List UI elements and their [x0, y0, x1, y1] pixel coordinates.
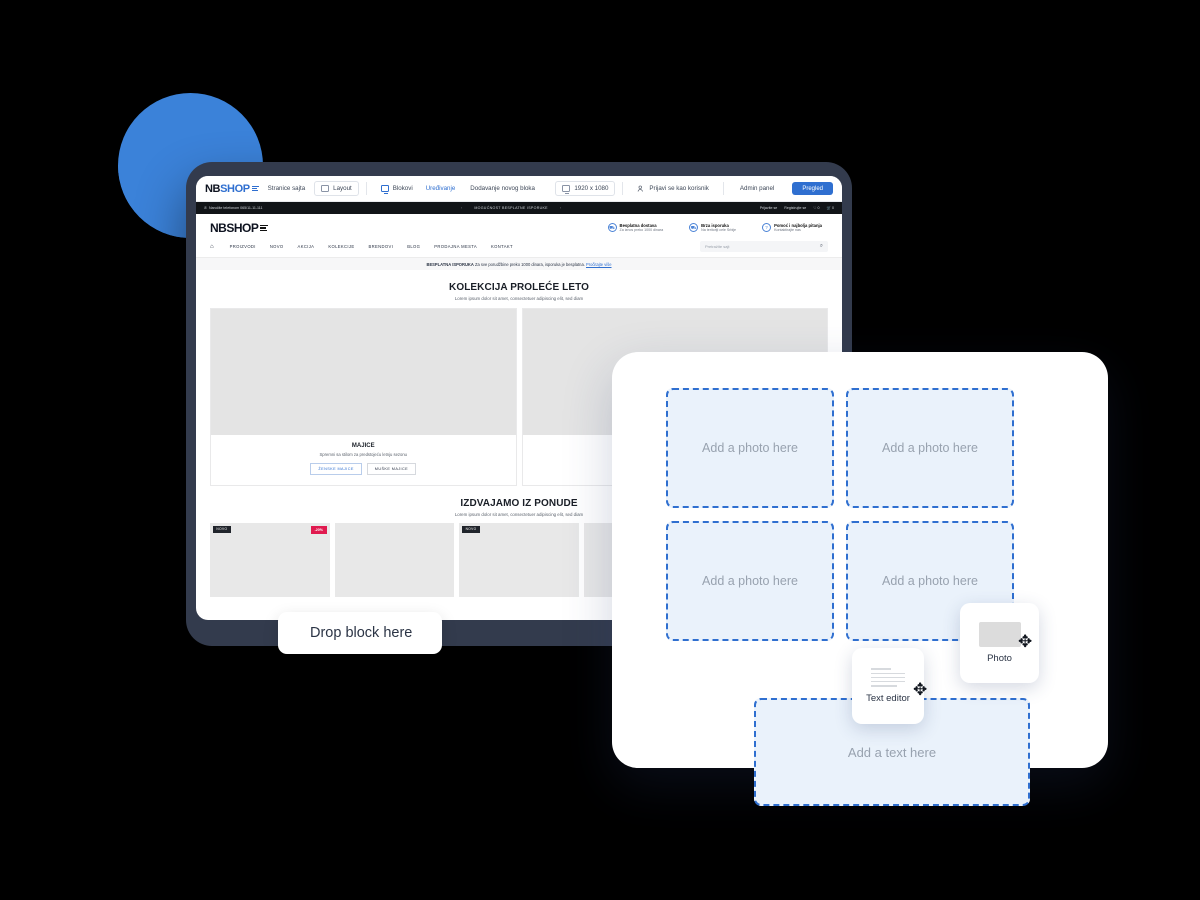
home-icon[interactable]: ⌂ — [210, 244, 214, 250]
toolbar-blocks-button[interactable]: Blokovi — [374, 181, 420, 196]
search-icon[interactable]: ⌕ — [820, 243, 823, 250]
move-cursor-text-editor[interactable]: ✥ — [913, 681, 927, 698]
carousel-next-arrow[interactable]: › — [560, 206, 562, 210]
toolbar-blocks-label: Blokovi — [392, 185, 413, 192]
user-icon — [638, 185, 644, 192]
zenske-majice-button[interactable]: ŽENSKE MAJICE — [310, 463, 362, 475]
text-lines-icon — [871, 668, 905, 687]
collection-card[interactable]: MAJICE Spremni sa stilom za predstojeću … — [210, 308, 517, 486]
collection-card-buttons: ŽENSKE MAJICE MUŠKE MAJICE — [217, 463, 510, 475]
question-icon: ? — [762, 223, 772, 233]
topbar-login-link[interactable]: Prijavite se — [760, 206, 778, 210]
toolbar-add-new-block[interactable]: Dodavanje novog bloka — [461, 185, 544, 192]
product-tile[interactable]: NOVO — [459, 523, 579, 597]
topbar-announcement-carousel: ‹ MOGUĆNOST BESPLATNE ISPORUKE › — [461, 206, 562, 210]
photo-dropzone-2[interactable]: Add a photo here — [846, 388, 1014, 508]
nav-item-prodajna-mesta[interactable]: PRODAJNA MESTA — [427, 244, 484, 249]
move-cursor-photo[interactable]: ✥ — [1018, 633, 1032, 650]
feature-subtitle: Kontaktirajte nas — [774, 228, 801, 233]
nav-item-brendovi[interactable]: BRENDOVI — [362, 244, 401, 249]
site-logo-shop: SHOP — [226, 221, 259, 235]
product-tile[interactable]: NOVO -20% — [210, 523, 330, 597]
delivery-van-icon: ⛟ — [689, 223, 699, 233]
toolbar-editing-link[interactable]: Uređivanje — [420, 185, 462, 192]
toolbar-layout-button[interactable]: Layout — [314, 181, 359, 196]
builder-logo-nb: NB — [205, 182, 221, 195]
feature-subtitle: Na teritoriji cele Srbije — [701, 228, 737, 233]
collection-card-subtitle: Spremni sa stilom za predstojeću letnju … — [319, 452, 408, 457]
layout-icon — [321, 185, 330, 192]
toolbar-right-group: 1920 x 1080 Prijavi se kao korisnik Admi… — [555, 181, 833, 197]
promo-strong: BESPLATNA ISPORUKA — [426, 261, 474, 267]
screenshot-stage: NB SHOP Stranice sajta Layout Blokovi Ure… — [0, 0, 1200, 900]
promo-text: Za sve porudžbine preko 1000 dinara, isp… — [473, 261, 587, 267]
site-topbar: ✆ Naručite telefonom 065/11-11-111 ‹ MOG… — [196, 202, 842, 214]
nav-item-kolekcije[interactable]: KOLEKCIJE — [321, 244, 361, 249]
toolbar-layout-label: Layout — [333, 185, 352, 192]
toolbar-divider-3 — [722, 182, 724, 195]
topbar-phone-text: Naručite telefonom 065/11-11-111 — [209, 206, 263, 210]
feature-fast-shipping: ⛟ Brza isporuka Na teritoriji cele Srbij… — [689, 223, 736, 233]
collection-card-image — [211, 309, 516, 435]
site-main-nav: ⌂ PROIZVODI NOVO AKCIJA KOLEKCIJE BRENDO… — [196, 241, 842, 258]
site-logo[interactable]: NB SHOP — [210, 221, 269, 235]
site-builder-toolbar: NB SHOP Stranice sajta Layout Blokovi Ure… — [196, 176, 842, 202]
badge-discount: -20% — [311, 526, 327, 534]
nav-item-proizvodi[interactable]: PROIZVODI — [223, 244, 263, 249]
collection-card-title: MAJICE — [351, 443, 375, 449]
toolbar-login-label: Prijavi se kao korisnik — [649, 185, 709, 192]
muske-majice-button[interactable]: MUŠKE MAJICE — [366, 463, 417, 475]
carousel-prev-arrow[interactable]: ‹ — [461, 206, 463, 210]
menu-bars-icon — [251, 185, 259, 192]
cart-button[interactable]: 🛒 0 — [827, 206, 834, 210]
feature-help: ? Pomoć i najbolja pitanja Kontaktirajte… — [762, 223, 822, 233]
site-logo-bars-icon — [260, 224, 269, 232]
drop-block-here-pill[interactable]: Drop block here — [278, 612, 443, 654]
builder-logo-shop: SHOP — [220, 182, 250, 195]
topbar-register-link[interactable]: Registrujte se — [784, 206, 806, 210]
toolbar-divider-1 — [365, 182, 367, 195]
nav-item-novo[interactable]: NOVO — [263, 244, 291, 249]
site-search-box[interactable]: Pretražite sajt ⌕ — [700, 241, 828, 252]
site-logo-nb: NB — [210, 221, 227, 235]
nav-item-blog[interactable]: BLOG — [400, 244, 427, 249]
toolbar-resolution-selector[interactable]: 1920 x 1080 — [555, 181, 616, 196]
phone-icon: ✆ — [204, 206, 208, 210]
builder-logo[interactable]: NB SHOP — [205, 183, 259, 195]
collection-card-body: MAJICE Spremni sa stilom za predstojeću … — [211, 435, 516, 485]
toolbar-admin-panel[interactable]: Admin panel — [731, 185, 783, 192]
photo-thumbnail-icon — [978, 622, 1021, 647]
wishlist-button[interactable]: ♡ 0 — [813, 206, 819, 210]
wishlist-count: 0 — [817, 206, 820, 210]
header-features: ⛟ Besplatna dostava Za iznos preko 1000 … — [607, 223, 822, 233]
toolbar-divider-2 — [622, 182, 624, 195]
topbar-announcement-text: MOGUĆNOST BESPLATNE ISPORUKE — [474, 206, 548, 210]
search-placeholder: Pretražite sajt — [705, 244, 730, 249]
preview-button[interactable]: Pregled — [792, 182, 833, 195]
nav-item-kontakt[interactable]: KONTAKT — [484, 244, 520, 249]
badge-new: NOVO — [462, 526, 480, 533]
feature-subtitle: Za iznos preko 1000 dinara — [619, 228, 664, 233]
promo-banner: BESPLATNA ISPORUKA Za sve porudžbine pre… — [196, 258, 842, 270]
nav-item-akcija[interactable]: AKCIJA — [291, 244, 322, 249]
toolbar-resolution-label: 1920 x 1080 — [574, 185, 609, 192]
product-tile[interactable] — [334, 523, 455, 597]
topbar-account-group: Prijavite se Registrujte se ♡ 0 🛒 0 — [760, 206, 834, 210]
toolbar-site-pages[interactable]: Stranice sajta — [259, 185, 315, 192]
toolbar-login-as-user[interactable]: Prijavi se kao korisnik — [630, 181, 716, 197]
cart-count: 0 — [831, 206, 834, 210]
promo-link[interactable]: Pročitajte više — [586, 262, 611, 267]
truck-icon: ⛟ — [607, 223, 617, 233]
badge-new: NOVO — [213, 526, 231, 533]
feature-free-delivery: ⛟ Besplatna dostava Za iznos preko 1000 … — [607, 223, 664, 233]
site-header: NB SHOP ⛟ Besplatna dostava Za iznos prek… — [196, 214, 842, 241]
topbar-phone-group[interactable]: ✆ Naručite telefonom 065/11-11-111 — [204, 206, 263, 210]
monitor-icon — [562, 185, 571, 194]
collection-section-title: KOLEKCIJA PROLEĆE LETO — [449, 282, 589, 293]
text-editor-widget-label: Text editor — [866, 692, 910, 704]
photo-widget-label: Photo — [987, 653, 1012, 664]
blocks-icon — [380, 185, 389, 194]
photo-dropzone-1[interactable]: Add a photo here — [666, 388, 834, 508]
photo-dropzone-3[interactable]: Add a photo here — [666, 521, 834, 641]
